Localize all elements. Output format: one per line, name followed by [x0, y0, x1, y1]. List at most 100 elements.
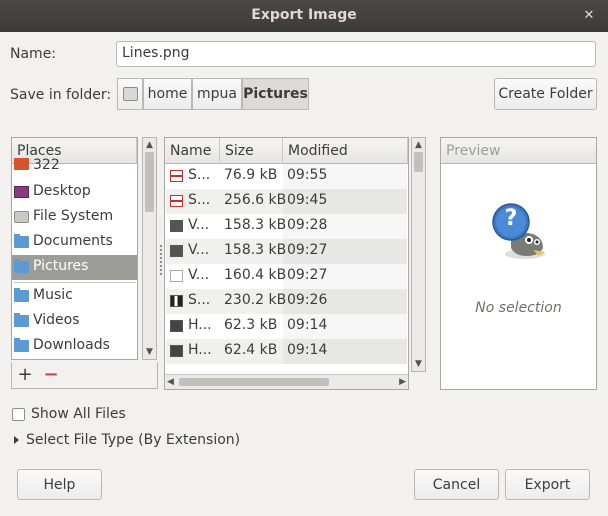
- place-label: Desktop: [33, 183, 91, 199]
- window-title: Export Image: [251, 7, 357, 23]
- close-icon[interactable]: ✕: [580, 7, 598, 25]
- column-header-size[interactable]: Size: [220, 138, 283, 164]
- scroll-left-icon[interactable]: ◀: [167, 375, 174, 389]
- help-button[interactable]: Help: [17, 469, 102, 500]
- remove-bookmark-icon[interactable]: −: [42, 364, 60, 386]
- add-bookmark-icon[interactable]: +: [16, 364, 34, 386]
- scroll-up-icon[interactable]: ▲: [143, 138, 156, 152]
- show-all-files-checkbox[interactable]: [12, 408, 25, 421]
- places-scroll-thumb[interactable]: [145, 152, 154, 212]
- preview-panel: [440, 137, 597, 390]
- file-name: H...: [188, 342, 212, 358]
- file-row[interactable]: S... 256.6 kB 09:45: [166, 189, 407, 214]
- files-scroll-thumb[interactable]: [414, 152, 423, 172]
- place-label: 322: [33, 157, 60, 173]
- file-name: S...: [188, 292, 211, 308]
- no-selection-text: No selection: [475, 300, 562, 316]
- no-selection-icon: ?: [489, 200, 549, 262]
- scroll-up-icon[interactable]: ▲: [412, 138, 425, 152]
- expander-arrow-icon[interactable]: [14, 436, 19, 444]
- file-name: V...: [188, 267, 210, 283]
- export-button[interactable]: Export: [505, 469, 590, 500]
- file-modified: 09:14: [287, 342, 328, 358]
- file-modified: 09:28: [287, 217, 328, 233]
- image-file-icon: [170, 245, 183, 257]
- file-name: V...: [188, 242, 210, 258]
- file-modified: 09:27: [287, 267, 328, 283]
- file-name: V...: [188, 217, 210, 233]
- place-label: Downloads: [33, 337, 110, 353]
- cancel-button[interactable]: Cancel: [414, 469, 499, 500]
- place-label: Videos: [33, 312, 80, 328]
- file-row[interactable]: V... 158.3 kB 09:27: [166, 239, 407, 264]
- pane-splitter-handle[interactable]: [160, 245, 163, 275]
- scroll-down-icon[interactable]: ▼: [143, 345, 156, 359]
- place-item-documents[interactable]: Documents: [12, 230, 137, 255]
- file-size: 62.4 kB: [224, 342, 278, 358]
- question-mark-icon: ?: [504, 206, 518, 231]
- preview-header: Preview: [441, 138, 596, 164]
- scroll-right-icon[interactable]: ▶: [399, 375, 406, 389]
- file-row[interactable]: V... 160.4 kB 09:27: [166, 264, 407, 289]
- title-bar: Export Image ✕: [0, 0, 608, 32]
- folder-icon: [14, 313, 29, 327]
- files-hscroll-thumb[interactable]: [179, 378, 329, 386]
- place-item-pictures[interactable]: Pictures: [12, 255, 137, 280]
- file-modified: 09:55: [287, 167, 328, 183]
- breadcrumb-mpua[interactable]: mpua: [192, 78, 242, 110]
- file-name: S...: [188, 167, 211, 183]
- file-size: 158.3 kB: [224, 217, 287, 233]
- show-all-files-label[interactable]: Show All Files: [31, 406, 126, 422]
- file-row[interactable]: S... 230.2 kB 09:26: [166, 289, 407, 314]
- desktop-icon: [14, 186, 29, 198]
- image-file-icon: [170, 345, 183, 357]
- place-item-downloads[interactable]: Downloads: [12, 334, 137, 359]
- file-row[interactable]: S... 76.9 kB 09:55: [166, 164, 407, 189]
- disk-icon: [14, 211, 29, 223]
- place-item-videos[interactable]: Videos: [12, 309, 137, 334]
- scroll-down-icon[interactable]: ▼: [412, 357, 425, 371]
- drive-icon: [123, 87, 138, 101]
- column-header-name[interactable]: Name: [165, 138, 220, 164]
- files-hscrollbar[interactable]: ◀ ▶: [165, 374, 408, 389]
- file-modified: 09:45: [287, 192, 328, 208]
- file-size: 256.6 kB: [224, 192, 287, 208]
- create-folder-button[interactable]: Create Folder: [494, 78, 597, 110]
- file-row[interactable]: V... 158.3 kB 09:28: [166, 214, 407, 239]
- image-file-icon: [170, 170, 183, 182]
- filename-input[interactable]: Lines.png: [116, 41, 596, 67]
- folder-icon: [14, 288, 29, 302]
- place-label: File System: [33, 208, 114, 224]
- breadcrumb-home[interactable]: home: [143, 78, 192, 110]
- places-scrollbar[interactable]: ▲ ▼: [142, 137, 157, 360]
- image-file-icon: [170, 295, 183, 307]
- place-item-music[interactable]: Music: [12, 284, 137, 309]
- image-file-icon: [170, 220, 183, 232]
- drive-icon: [14, 158, 29, 170]
- folder-icon: [14, 234, 29, 248]
- file-modified: 09:14: [287, 317, 328, 333]
- image-file-icon: [170, 270, 183, 282]
- folder-icon: [14, 338, 29, 352]
- places-separator: [14, 282, 136, 283]
- image-file-icon: [170, 320, 183, 332]
- place-item-322[interactable]: 322: [12, 155, 137, 179]
- save-in-folder-label: Save in folder:: [10, 87, 112, 103]
- file-name: H...: [188, 317, 212, 333]
- folder-icon: [14, 259, 29, 273]
- column-header-modified[interactable]: Modified: [283, 138, 408, 164]
- select-file-type-expander[interactable]: Select File Type (By Extension): [26, 432, 240, 448]
- file-size: 160.4 kB: [224, 267, 287, 283]
- place-item-desktop[interactable]: Desktop: [12, 180, 137, 205]
- files-scrollbar[interactable]: ▲ ▼: [411, 137, 426, 372]
- file-size: 230.2 kB: [224, 292, 287, 308]
- breadcrumb-pictures[interactable]: Pictures: [242, 78, 309, 110]
- image-file-icon: [170, 195, 183, 207]
- place-label: Music: [33, 287, 73, 303]
- breadcrumb-drive[interactable]: [117, 78, 143, 110]
- file-row[interactable]: H... 62.4 kB 09:14: [166, 339, 407, 364]
- file-row[interactable]: H... 62.3 kB 09:14: [166, 314, 407, 339]
- place-label: Pictures: [33, 258, 89, 274]
- place-item-file-system[interactable]: File System: [12, 205, 137, 230]
- name-label: Name:: [10, 46, 57, 62]
